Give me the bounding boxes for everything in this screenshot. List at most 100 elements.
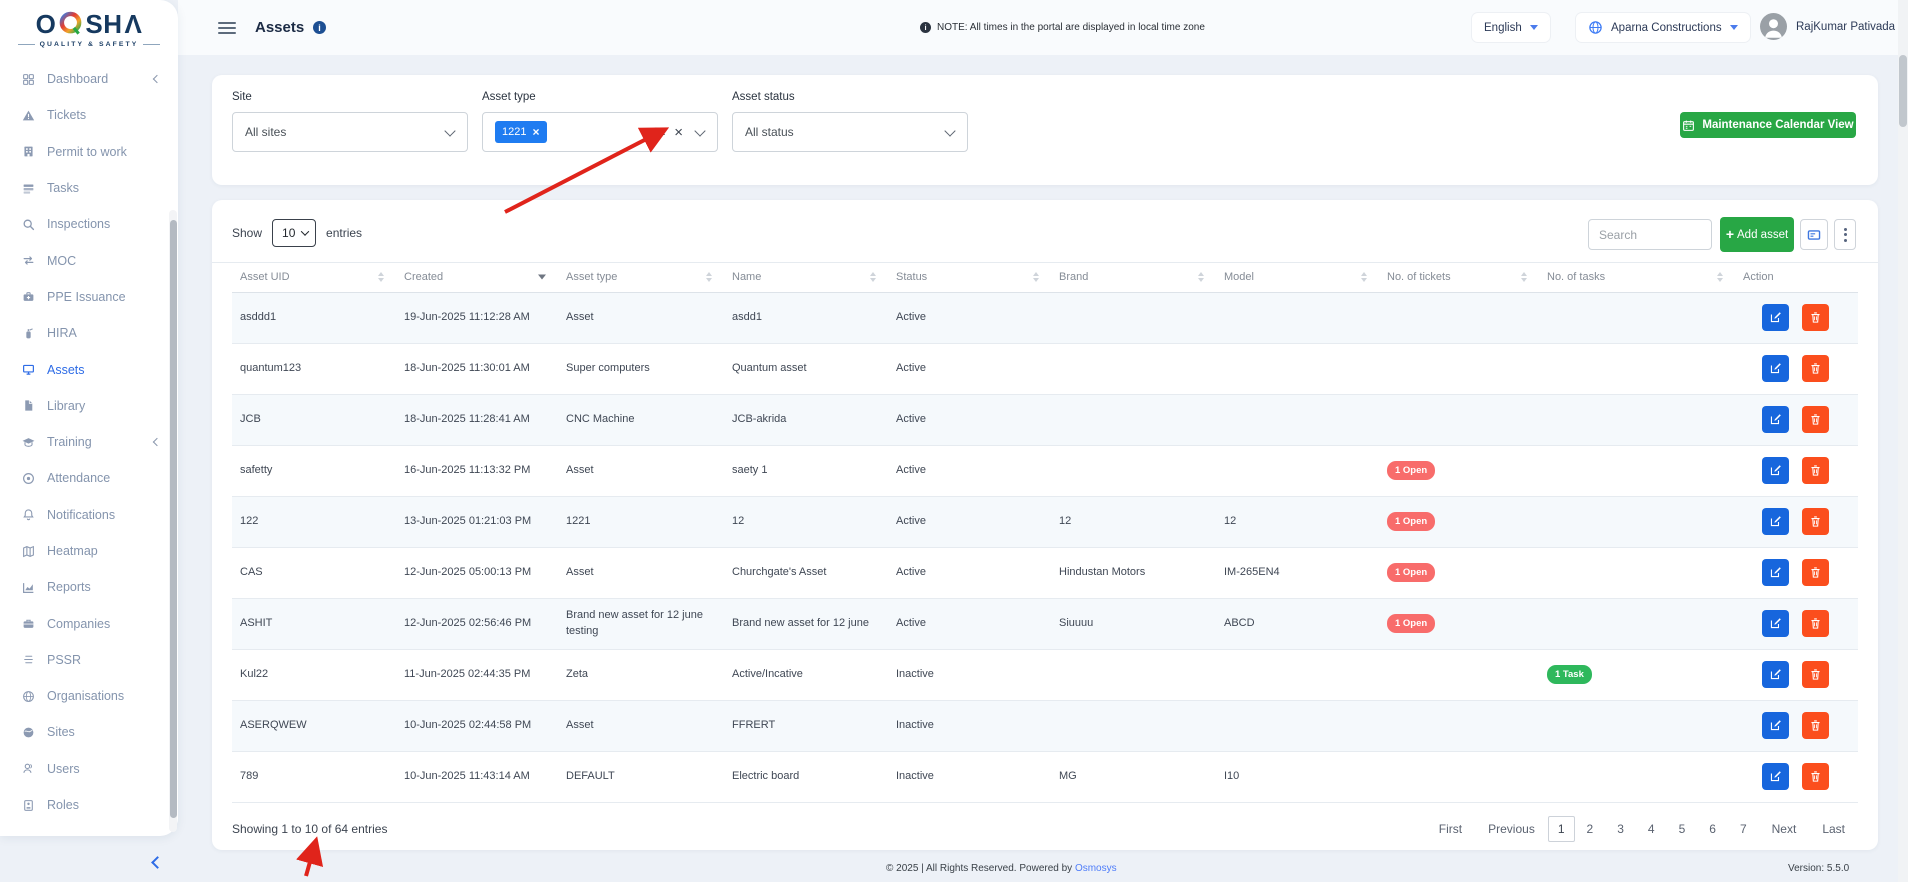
page-6[interactable]: 6 bbox=[1697, 817, 1728, 841]
table-row[interactable]: asddd1 19-Jun-2025 11:12:28 AM Asset asd… bbox=[232, 292, 1858, 343]
delete-asset-button[interactable] bbox=[1802, 508, 1829, 535]
col-header-created[interactable]: Created bbox=[396, 262, 558, 292]
page-7[interactable]: 7 bbox=[1728, 817, 1759, 841]
sidebar-item-permit-to-work[interactable]: Permit to work bbox=[0, 134, 178, 170]
sidebar-item-attendance[interactable]: Attendance bbox=[0, 460, 178, 496]
sidebar-item-moc[interactable]: MOC bbox=[0, 242, 178, 278]
sidebar-item-tasks[interactable]: Tasks bbox=[0, 170, 178, 206]
cell-model bbox=[1216, 649, 1379, 700]
clear-all-icon[interactable]: × bbox=[674, 125, 683, 140]
page-1[interactable]: 1 bbox=[1548, 816, 1575, 842]
sidebar-item-library[interactable]: Library bbox=[0, 388, 178, 424]
col-header-model[interactable]: Model bbox=[1216, 262, 1379, 292]
sidebar-scrollbar[interactable] bbox=[169, 210, 177, 832]
sidebar-item-roles[interactable]: Roles bbox=[0, 787, 178, 823]
user-menu[interactable]: RajKumar Pativada bbox=[1760, 13, 1895, 40]
col-header-name[interactable]: Name bbox=[724, 262, 888, 292]
cell-created: 16-Jun-2025 11:13:32 PM bbox=[396, 445, 558, 496]
delete-asset-button[interactable] bbox=[1802, 763, 1829, 790]
sidebar-item-inspections[interactable]: Inspections bbox=[0, 206, 178, 242]
add-asset-button[interactable]: + Add asset bbox=[1720, 217, 1794, 252]
edit-asset-button[interactable] bbox=[1762, 304, 1789, 331]
table-row[interactable]: ASERQWEW 10-Jun-2025 02:44:58 PM Asset F… bbox=[232, 700, 1858, 751]
col-header-no-of-tasks[interactable]: No. of tasks bbox=[1539, 262, 1735, 292]
table-row[interactable]: ASHIT 12-Jun-2025 02:56:46 PM Brand new … bbox=[232, 598, 1858, 649]
page-size-select[interactable]: 10 bbox=[272, 219, 316, 247]
table-row[interactable]: safetty 16-Jun-2025 11:13:32 PM Asset sa… bbox=[232, 445, 1858, 496]
sidebar-item-companies[interactable]: Companies bbox=[0, 605, 178, 641]
page-4[interactable]: 4 bbox=[1636, 817, 1667, 841]
table-row[interactable]: CAS 12-Jun-2025 05:00:13 PM Asset Church… bbox=[232, 547, 1858, 598]
sidebar-scrollbar-thumb[interactable] bbox=[170, 220, 177, 818]
edit-asset-button[interactable] bbox=[1762, 508, 1789, 535]
menu-icon[interactable] bbox=[218, 22, 236, 34]
page-scrollbar-thumb[interactable] bbox=[1899, 55, 1907, 127]
language-dropdown[interactable]: English bbox=[1472, 13, 1550, 42]
sidebar-item-heatmap[interactable]: Heatmap bbox=[0, 533, 178, 569]
sidebar-item-organisations[interactable]: Organisations bbox=[0, 678, 178, 714]
cell-asset-uid: JCB bbox=[232, 394, 396, 445]
edit-asset-button[interactable] bbox=[1762, 457, 1789, 484]
edit-asset-button[interactable] bbox=[1762, 406, 1789, 433]
edit-asset-button[interactable] bbox=[1762, 661, 1789, 688]
sidebar-item-training[interactable]: Training bbox=[0, 424, 178, 460]
delete-asset-button[interactable] bbox=[1802, 559, 1829, 586]
cell-tickets: 1 Open bbox=[1379, 598, 1539, 649]
delete-asset-button[interactable] bbox=[1802, 661, 1829, 688]
col-header-asset-type[interactable]: Asset type bbox=[558, 262, 724, 292]
page-2[interactable]: 2 bbox=[1575, 817, 1606, 841]
edit-asset-button[interactable] bbox=[1762, 355, 1789, 382]
col-header-status[interactable]: Status bbox=[888, 262, 1051, 292]
site-select[interactable]: All sites bbox=[232, 112, 468, 152]
chip-remove-icon[interactable]: × bbox=[532, 126, 539, 138]
page-scrollbar[interactable] bbox=[1898, 0, 1908, 882]
page-next[interactable]: Next bbox=[1759, 817, 1810, 841]
page-previous[interactable]: Previous bbox=[1475, 817, 1548, 841]
table-row[interactable]: 789 10-Jun-2025 11:43:14 AM DEFAULT Elec… bbox=[232, 751, 1858, 802]
osmosys-link[interactable]: Osmosys bbox=[1075, 863, 1117, 874]
search-input[interactable] bbox=[1588, 219, 1712, 250]
col-header-asset-uid[interactable]: Asset UID bbox=[232, 262, 396, 292]
delete-asset-button[interactable] bbox=[1802, 355, 1829, 382]
delete-asset-button[interactable] bbox=[1802, 610, 1829, 637]
table-row[interactable]: 122 13-Jun-2025 01:21:03 PM 1221 12 Acti… bbox=[232, 496, 1858, 547]
delete-asset-button[interactable] bbox=[1802, 712, 1829, 739]
logo-letters-sh: SH bbox=[85, 9, 122, 39]
sidebar-item-dashboard[interactable]: Dashboard bbox=[0, 61, 178, 97]
table-row[interactable]: JCB 18-Jun-2025 11:28:41 AM CNC Machine … bbox=[232, 394, 1858, 445]
page-first[interactable]: First bbox=[1426, 817, 1475, 841]
edit-asset-button[interactable] bbox=[1762, 712, 1789, 739]
cell-asset-uid: Kul22 bbox=[232, 649, 396, 700]
sidebar-item-sites[interactable]: Sites bbox=[0, 714, 178, 750]
edit-asset-button[interactable] bbox=[1762, 610, 1789, 637]
sidebar-item-users[interactable]: Users bbox=[0, 751, 178, 787]
cell-brand: 12 bbox=[1051, 496, 1216, 547]
table-row[interactable]: Kul22 11-Jun-2025 02:44:35 PM Zeta Activ… bbox=[232, 649, 1858, 700]
sidebar-item-notifications[interactable]: Notifications bbox=[0, 497, 178, 533]
page-5[interactable]: 5 bbox=[1667, 817, 1698, 841]
sidebar-item-assets[interactable]: Assets bbox=[0, 351, 178, 387]
edit-asset-button[interactable] bbox=[1762, 559, 1789, 586]
assets-info-icon[interactable]: i bbox=[313, 21, 326, 34]
page-last[interactable]: Last bbox=[1809, 817, 1858, 841]
delete-asset-button[interactable] bbox=[1802, 406, 1829, 433]
delete-asset-button[interactable] bbox=[1802, 304, 1829, 331]
asset-type-multiselect[interactable]: 1221 × +31 × bbox=[482, 112, 718, 152]
company-dropdown[interactable]: Aparna Constructions bbox=[1576, 13, 1750, 42]
sidebar-item-tickets[interactable]: Tickets bbox=[0, 97, 178, 133]
page-3[interactable]: 3 bbox=[1605, 817, 1636, 841]
sidebar-item-pssr[interactable]: PSSR bbox=[0, 642, 178, 678]
column-settings-button[interactable] bbox=[1800, 219, 1828, 250]
table-row[interactable]: quantum123 18-Jun-2025 11:30:01 AM Super… bbox=[232, 343, 1858, 394]
delete-asset-button[interactable] bbox=[1802, 457, 1829, 484]
maintenance-calendar-button[interactable]: Maintenance Calendar View bbox=[1680, 112, 1856, 138]
sidebar-item-ppe-issuance[interactable]: PPE Issuance bbox=[0, 279, 178, 315]
sidebar-item-reports[interactable]: Reports bbox=[0, 569, 178, 605]
globe-solid-icon bbox=[21, 725, 35, 739]
col-header-brand[interactable]: Brand bbox=[1051, 262, 1216, 292]
edit-asset-button[interactable] bbox=[1762, 763, 1789, 790]
sidebar-item-hira[interactable]: HIRA bbox=[0, 315, 178, 351]
more-options-button[interactable] bbox=[1834, 219, 1856, 250]
col-header-no-of-tickets[interactable]: No. of tickets bbox=[1379, 262, 1539, 292]
asset-status-select[interactable]: All status bbox=[732, 112, 968, 152]
